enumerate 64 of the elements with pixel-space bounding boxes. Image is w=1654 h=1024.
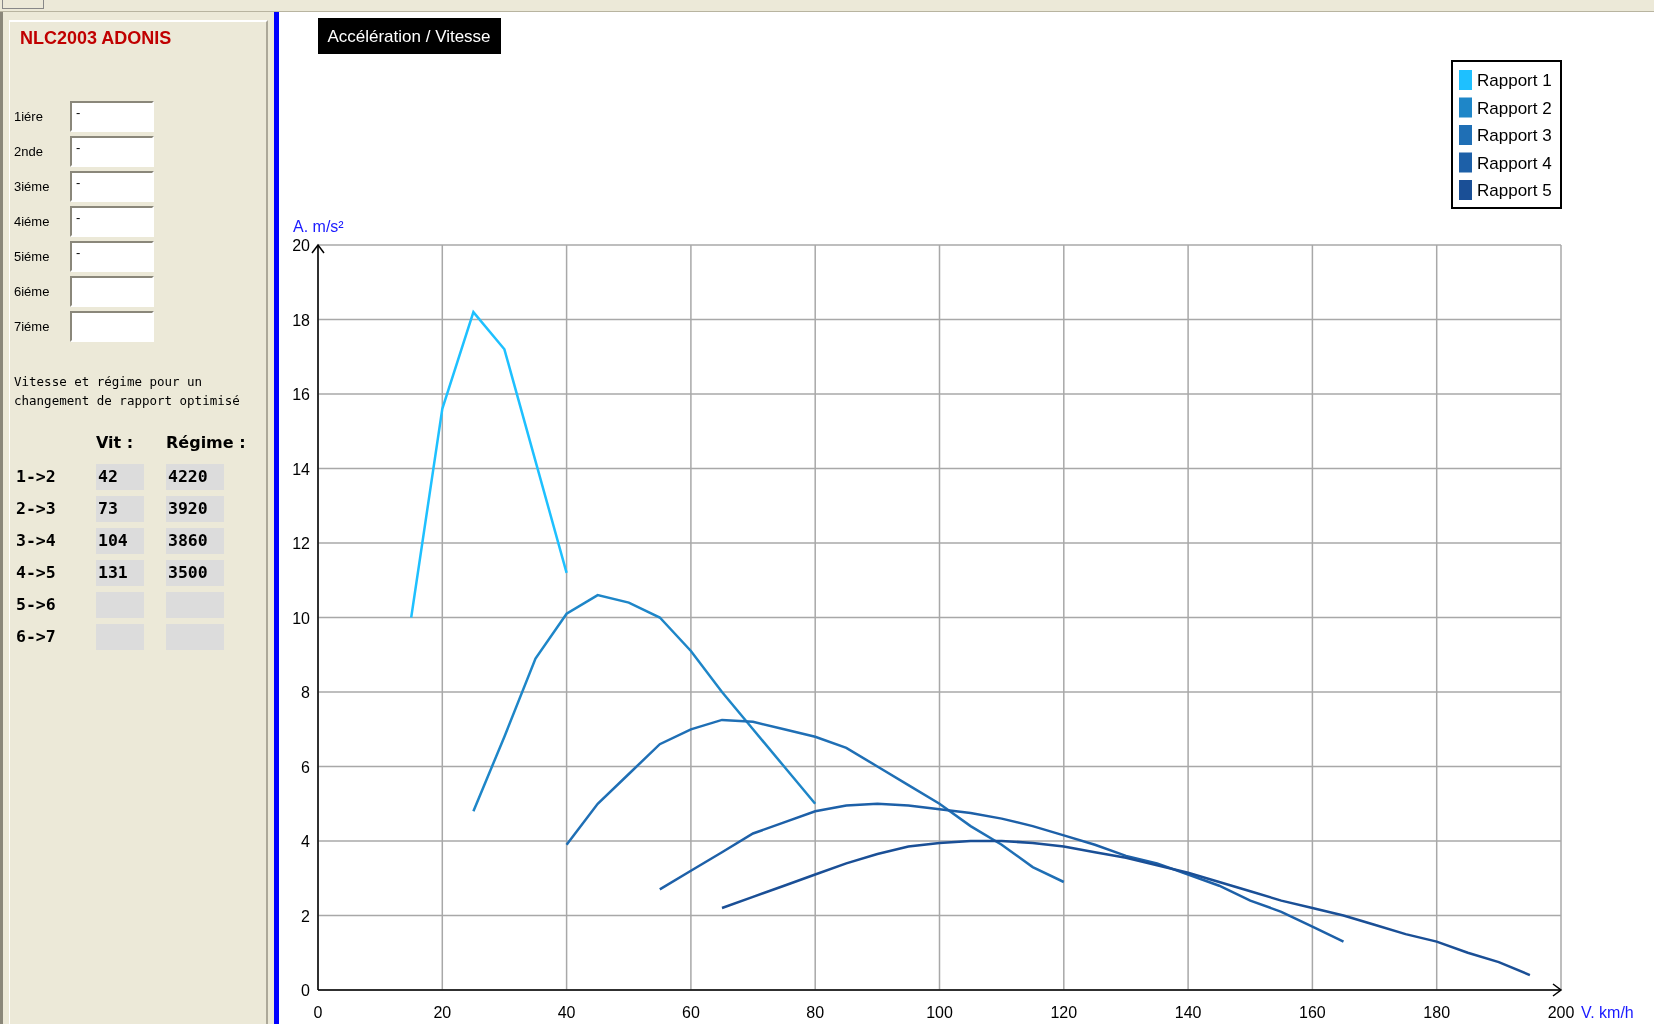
legend-label: Rapport 4 xyxy=(1477,153,1552,173)
y-tick-label: 6 xyxy=(301,758,310,776)
x-tick-label: 60 xyxy=(682,1004,700,1021)
gear-label: 2nde xyxy=(13,144,44,159)
speed-cell: 73 xyxy=(96,496,144,522)
legend-label: Rapport 1 xyxy=(1477,71,1552,90)
rpm-cell: 3860 xyxy=(166,528,224,554)
gear-label: 7iéme xyxy=(13,319,51,334)
speed-cell: 104 xyxy=(96,528,144,554)
gear-label: 3iéme xyxy=(13,179,51,194)
gear-field[interactable]: - xyxy=(70,206,154,237)
chart-title: Accélération / Vitesse xyxy=(327,27,491,46)
gear-field[interactable] xyxy=(70,276,154,307)
y-tick-label: 20 xyxy=(292,237,310,254)
gear-label: 1iére xyxy=(13,109,44,124)
speed-cell: 131 xyxy=(96,560,144,586)
column-header: Vit : xyxy=(96,432,134,454)
y-tick-label: 0 xyxy=(301,982,310,999)
x-tick-label: 120 xyxy=(1050,1004,1078,1021)
y-tick-label: 10 xyxy=(292,609,310,627)
y-tick-label: 8 xyxy=(301,684,310,701)
gear-field[interactable]: - xyxy=(70,171,154,202)
x-tick-label: 0 xyxy=(313,1004,323,1021)
y-axis-title: A. m/s² xyxy=(293,218,344,235)
x-tick-label: 140 xyxy=(1174,1004,1202,1021)
x-axis-title: V. km/h xyxy=(1581,1004,1634,1021)
shift-label: 6->7 xyxy=(16,626,57,648)
rpm-cell: 4220 xyxy=(166,464,224,490)
rpm-cell: 3920 xyxy=(166,496,224,522)
gear-label: 5iéme xyxy=(13,249,51,264)
y-tick-label: 16 xyxy=(292,386,310,403)
shift-caption: Vitesse et régime pour un changement de rapport optimisé xyxy=(13,373,241,410)
x-tick-label: 200 xyxy=(1547,1004,1575,1021)
y-tick-label: 18 xyxy=(292,311,310,329)
gear-field[interactable]: - xyxy=(70,136,154,167)
x-tick-label: 180 xyxy=(1423,1004,1451,1021)
y-tick-label: 2 xyxy=(301,907,310,925)
x-tick-label: 80 xyxy=(806,1004,825,1021)
x-tick-label: 40 xyxy=(557,1004,576,1021)
shift-label: 1->2 xyxy=(16,466,57,488)
chart-title: Accélération / Vitesse xyxy=(318,18,501,54)
legend-label: Rapport 2 xyxy=(1477,98,1552,118)
legend-label: Rapport 5 xyxy=(1477,181,1552,200)
y-tick-label: 14 xyxy=(292,460,310,478)
shift-label: 5->6 xyxy=(16,594,57,616)
column-header: Régime : xyxy=(166,432,246,454)
gear-field[interactable] xyxy=(70,311,154,342)
speed-cell: 42 xyxy=(96,464,144,490)
x-tick-label: 160 xyxy=(1299,1004,1326,1021)
gear-label: 4iéme xyxy=(13,214,51,229)
shift-label: 3->4 xyxy=(16,530,57,552)
y-tick-label: 4 xyxy=(301,833,310,850)
legend-label: Rapport 3 xyxy=(1477,126,1552,145)
gear-label: 6iéme xyxy=(13,284,51,299)
gear-field[interactable]: - xyxy=(70,101,154,132)
x-tick-label: 20 xyxy=(433,1004,452,1021)
rpm-cell: 3500 xyxy=(166,560,224,586)
gear-field[interactable]: - xyxy=(70,241,154,272)
shift-label: 4->5 xyxy=(16,562,57,584)
tab-button[interactable] xyxy=(2,0,44,9)
y-tick-label: 12 xyxy=(292,535,310,552)
x-tick-label: 100 xyxy=(926,1004,953,1021)
shift-label: 2->3 xyxy=(16,498,57,520)
app-title: NLC2003 ADONIS xyxy=(19,28,173,49)
